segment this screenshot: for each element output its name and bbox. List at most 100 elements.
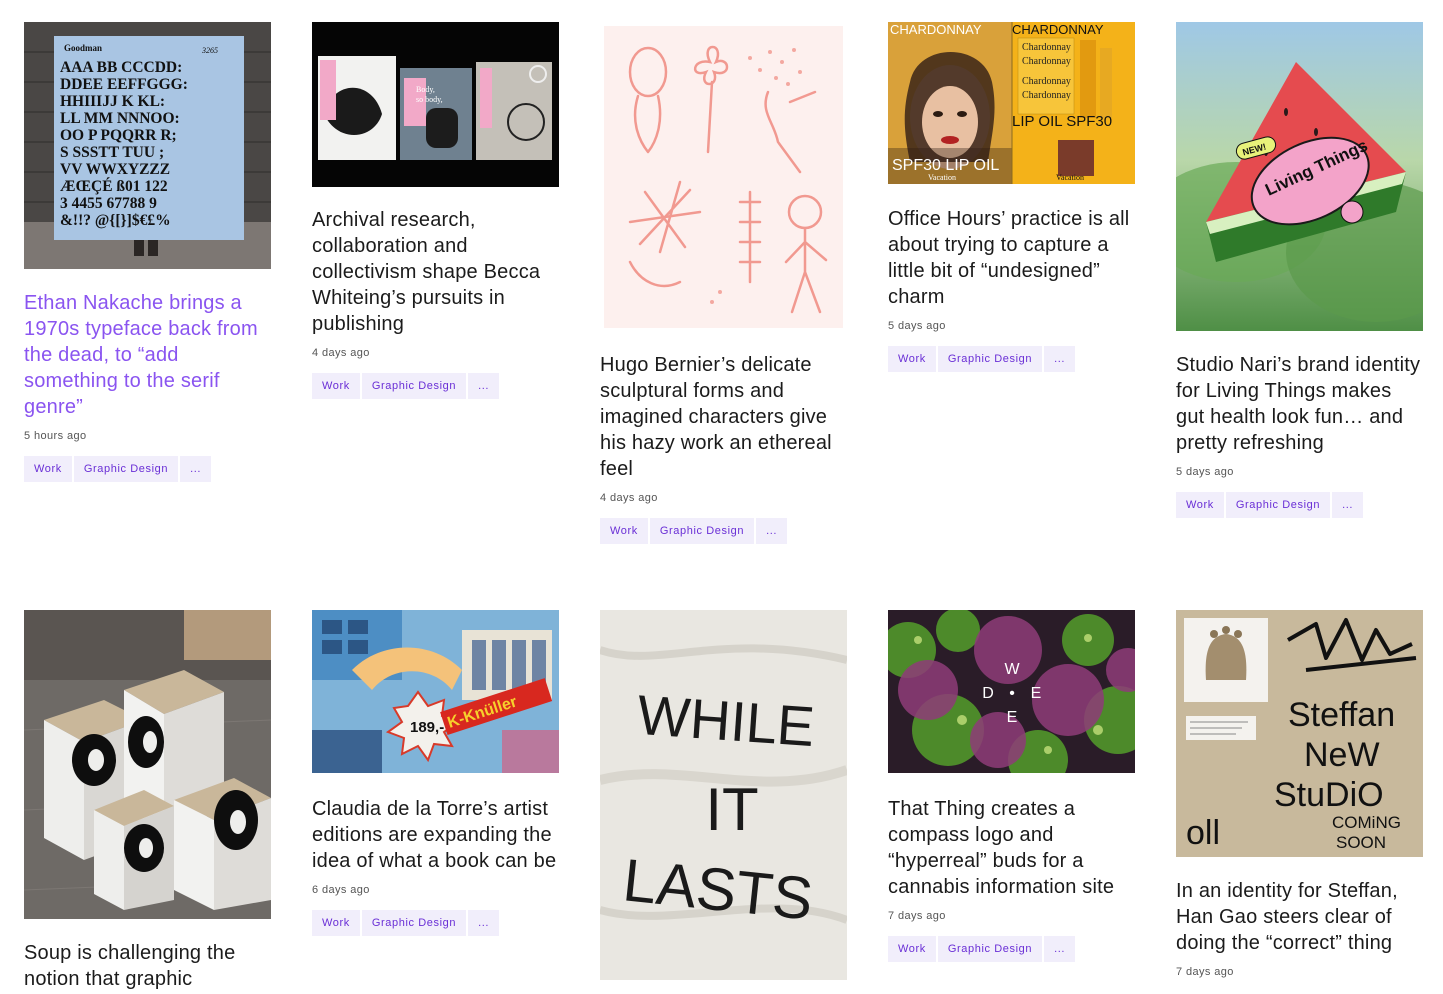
article-time: 7 days ago [888,910,946,922]
svg-text:Body,: Body, [416,85,435,94]
svg-text:189,-: 189,- [410,719,444,736]
tag-list: Work Graphic Design ... [312,910,559,936]
publications-photo: Body, so body, [312,22,559,187]
article-card: 189,- K-Knüller Claudia de la Torre’s ar… [312,610,559,936]
article-card: Steffan NeW StuDiO COMiNG SOON oll In an… [1176,610,1423,978]
svg-text:so body,: so body, [416,95,443,104]
article-image[interactable]: Living Things NEW! [1176,22,1423,331]
svg-text:SPF30 LIP OIL: SPF30 LIP OIL [892,157,999,174]
svg-text:LL MM NNNOO:: LL MM NNNOO: [60,110,180,127]
tag-graphic-design[interactable]: Graphic Design [937,346,1043,372]
article-image[interactable]: CHARDONNAY SPF30 LIP OIL Vacation CHARDO… [888,22,1135,184]
article-card: W D • E E That Thing creates a compass l… [888,610,1135,962]
tag-more[interactable]: ... [1044,346,1076,372]
article-title[interactable]: Hugo Bernier’s delicate sculptural forms… [600,352,847,482]
svg-text:AAA BB CCCDD:: AAA BB CCCDD: [60,59,182,76]
tag-more[interactable]: ... [756,518,788,544]
tag-more[interactable]: ... [180,456,212,482]
svg-text:E: E [1007,709,1018,726]
svg-text:D: D [982,685,994,702]
tag-work[interactable]: Work [888,346,936,372]
tag-work[interactable]: Work [1176,492,1224,518]
svg-text:•: • [1009,685,1015,702]
svg-text:VV WWXYZZZ: VV WWXYZZZ [60,161,170,178]
svg-text:E: E [1031,685,1042,702]
article-time: 4 days ago [600,492,658,504]
steffan-poster: Steffan NeW StuDiO COMiNG SOON oll [1176,610,1423,857]
tag-work[interactable]: Work [888,936,936,962]
svg-text:HHIIIJJ K KL:: HHIIIJJ K KL: [60,93,165,110]
article-title[interactable]: In an identity for Steffan, Han Gao stee… [1176,878,1423,956]
goodman-blanket-photo: Goodman 3265 AAA BB CCCDD: DDEE EEFFGGG:… [24,22,271,269]
article-title[interactable]: Archival research, collaboration and col… [312,207,559,337]
svg-text:IT: IT [705,776,758,843]
article-image[interactable]: W D • E E [888,610,1135,773]
tag-work[interactable]: Work [312,373,360,399]
svg-text:DDEE EEFFGGG:: DDEE EEFFGGG: [60,76,188,93]
article-image[interactable]: Body, so body, [312,22,559,187]
tag-list: Work Graphic Design ... [888,346,1135,372]
tag-graphic-design[interactable]: Graphic Design [937,936,1043,962]
svg-text:StuDiO: StuDiO [1274,776,1384,814]
tag-more[interactable]: ... [468,373,500,399]
svg-text:SOON: SOON [1336,833,1386,852]
article-card: Soup is challenging the notion that grap… [24,610,271,992]
wede-cannabis-buds: W D • E E [888,610,1135,773]
article-image[interactable] [24,610,271,919]
tag-more[interactable]: ... [1044,936,1076,962]
tag-work[interactable]: Work [600,518,648,544]
article-card: Body, so body, Archival research, collab… [312,22,559,399]
svg-text:ÆŒÇÉ ß01 122: ÆŒÇÉ ß01 122 [60,178,168,195]
tag-list: Work Graphic Design ... [312,373,559,399]
tag-more[interactable]: ... [468,910,500,936]
svg-text:3265: 3265 [201,46,218,55]
article-title[interactable]: Studio Nari’s brand identity for Living … [1176,352,1423,456]
tag-graphic-design[interactable]: Graphic Design [649,518,755,544]
article-time: 7 days ago [1176,966,1234,978]
article-image[interactable]: 189,- K-Knüller [312,610,559,773]
article-card: Living Things NEW! Studio Nari’s brand i… [1176,22,1423,518]
tag-graphic-design[interactable]: Graphic Design [361,373,467,399]
article-title[interactable]: Claudia de la Torre’s artist editions ar… [312,796,559,874]
article-card: Hugo Bernier’s delicate sculptural forms… [600,22,847,544]
svg-text:&!!? @{[}]$€£%: &!!? @{[}]$€£% [60,212,171,229]
soup-boxes-photo [24,610,271,919]
svg-text:CHARDONNAY: CHARDONNAY [1012,22,1104,37]
article-image[interactable] [600,22,847,332]
tag-graphic-design[interactable]: Graphic Design [73,456,179,482]
article-title[interactable]: Office Hours’ practice is all about tryi… [888,206,1135,310]
svg-text:oll: oll [1186,814,1220,852]
tag-list: Work Graphic Design ... [24,456,271,482]
svg-text:Chardonnay: Chardonnay [1022,42,1071,53]
tag-graphic-design[interactable]: Graphic Design [1225,492,1331,518]
tag-list: Work Graphic Design ... [888,936,1135,962]
tag-graphic-design[interactable]: Graphic Design [361,910,467,936]
artist-editions-photo: 189,- K-Knüller [312,610,559,773]
article-time: 5 days ago [888,320,946,332]
tag-more[interactable]: ... [1332,492,1364,518]
article-card: Goodman 3265 AAA BB CCCDD: DDEE EEFFGGG:… [24,22,271,482]
svg-text:3 4455 67788 9: 3 4455 67788 9 [60,195,157,212]
svg-text:OO P PQQRR R;: OO P PQQRR R; [60,127,177,144]
article-image[interactable]: Goodman 3265 AAA BB CCCDD: DDEE EEFFGGG:… [24,22,271,269]
article-title[interactable]: Ethan Nakache brings a 1970s typeface ba… [24,290,271,420]
svg-text:NeW: NeW [1304,736,1380,774]
svg-text:WHILE: WHILE [635,683,816,758]
watermelon-living-things: Living Things NEW! [1176,22,1423,331]
svg-text:Chardonnay: Chardonnay [1022,76,1071,87]
article-time: 5 hours ago [24,430,87,442]
tag-list: Work Graphic Design ... [600,518,847,544]
svg-text:Steffan: Steffan [1288,696,1395,734]
svg-text:Chardonnay: Chardonnay [1022,90,1071,101]
article-time: 4 days ago [312,347,370,359]
tag-work[interactable]: Work [312,910,360,936]
goodman-brand-text: Goodman [64,43,102,53]
svg-text:Chardonnay: Chardonnay [1022,56,1071,67]
tag-work[interactable]: Work [24,456,72,482]
svg-text:CHARDONNAY: CHARDONNAY [890,22,982,37]
svg-text:LIP OIL SPF30: LIP OIL SPF30 [1012,113,1112,130]
article-title[interactable]: Soup is challenging the notion that grap… [24,940,271,992]
article-title[interactable]: That Thing creates a compass logo and “h… [888,796,1135,900]
article-image[interactable]: Steffan NeW StuDiO COMiNG SOON oll [1176,610,1423,857]
article-image[interactable]: WHILE IT LASTS [600,610,847,980]
